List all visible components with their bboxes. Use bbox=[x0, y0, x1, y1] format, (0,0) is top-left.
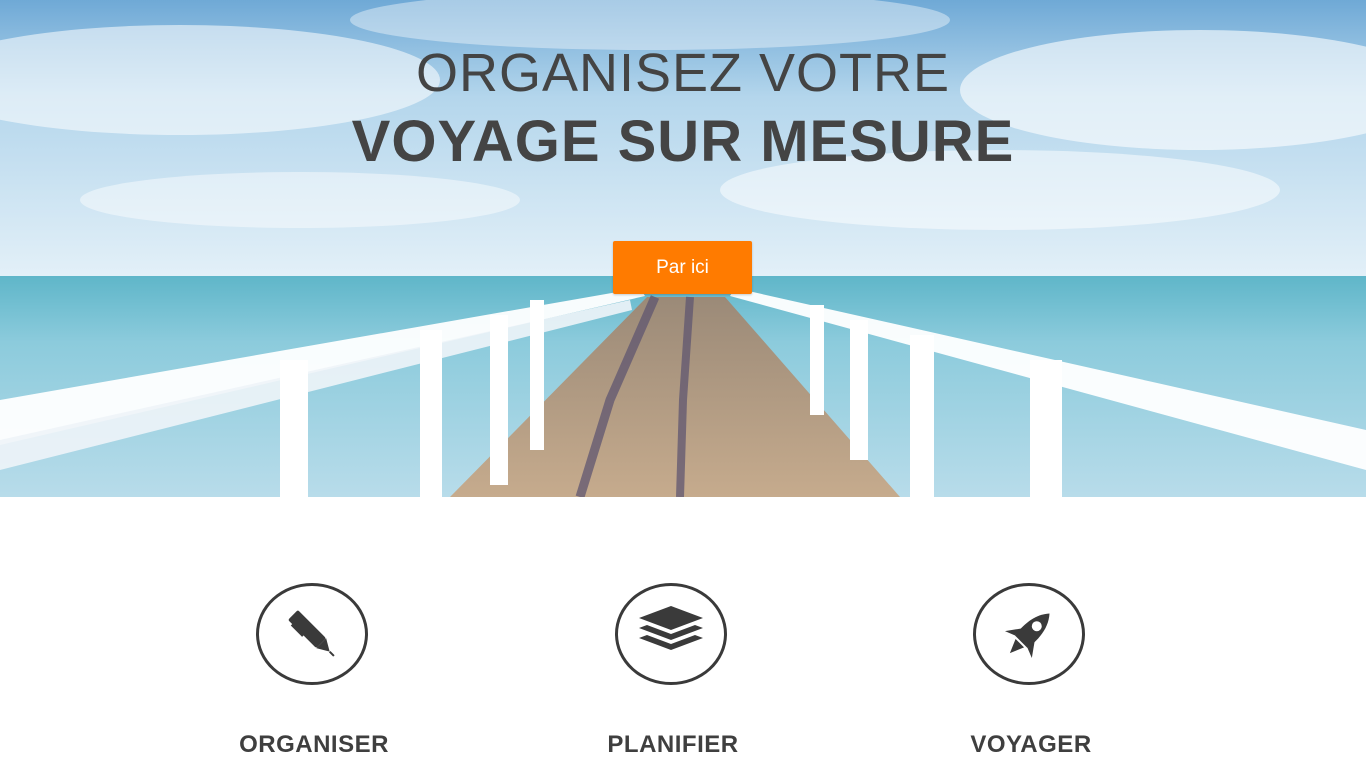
hero-title-line2: VOYAGE SUR MESURE bbox=[351, 109, 1015, 174]
hero-title-line1: ORGANISEZ VOTRE bbox=[415, 43, 951, 103]
pen-icon[interactable] bbox=[256, 583, 368, 685]
feature-label-planifier: PLANIFIER bbox=[607, 731, 739, 758]
rocket-icon[interactable] bbox=[973, 583, 1085, 685]
hero-banner: ORGANISEZ VOTRE VOYAGE SUR MESURE Par ic… bbox=[0, 0, 1366, 497]
feature-label-organiser: ORGANISER bbox=[239, 731, 389, 758]
features-section: ORGANISER PLANIFIER VOYAGER bbox=[0, 497, 1366, 768]
cta-button[interactable]: Par ici bbox=[613, 241, 752, 294]
layers-icon[interactable] bbox=[615, 583, 727, 685]
feature-label-voyager: VOYAGER bbox=[970, 731, 1092, 758]
